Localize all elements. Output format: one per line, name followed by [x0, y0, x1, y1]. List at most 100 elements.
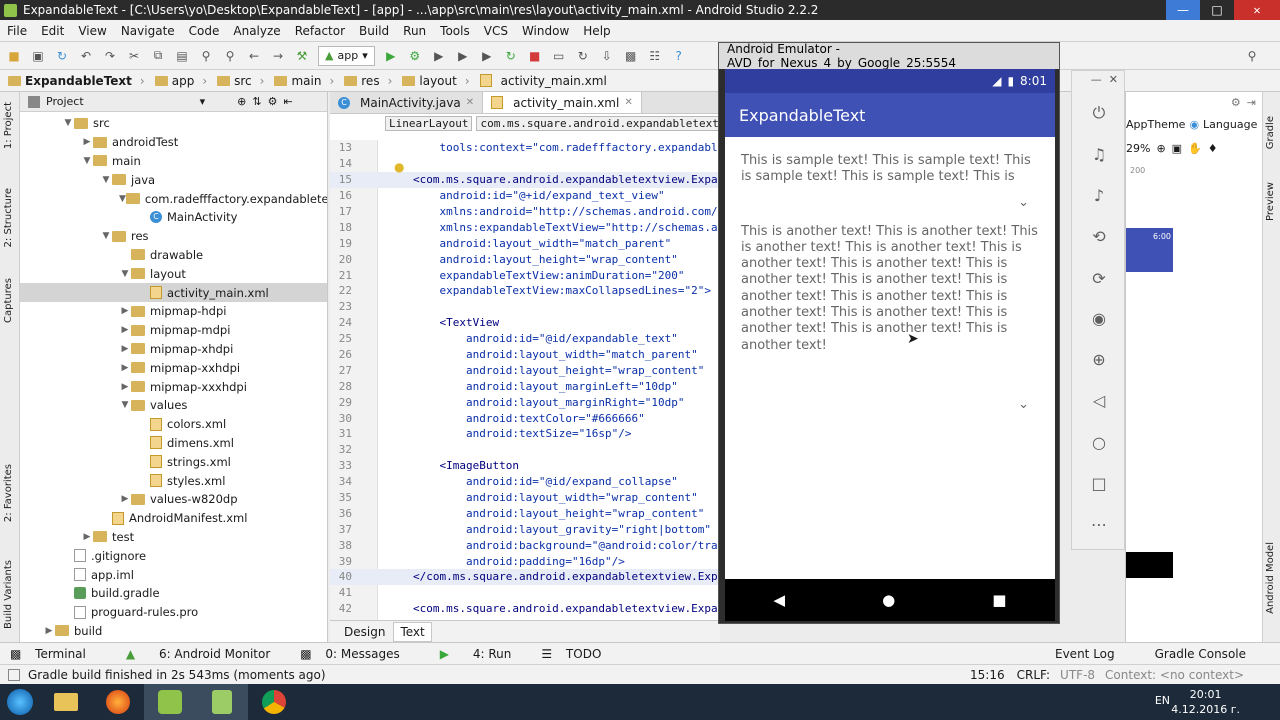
expanded-arrow-icon[interactable]: ▼: [100, 175, 112, 185]
status-toggle-icon[interactable]: [8, 668, 20, 681]
menu-tools[interactable]: Tools: [433, 24, 477, 38]
code-line[interactable]: 34 android:id="@id/expand_collapse": [330, 474, 720, 490]
back-icon[interactable]: ←: [246, 48, 262, 64]
copy-icon[interactable]: ⧉: [150, 48, 166, 64]
hide-panel-icon[interactable]: ⇤: [283, 95, 292, 108]
code-line[interactable]: 21 expandableTextView:animDuration="200": [330, 267, 720, 283]
expanded-arrow-icon[interactable]: ▼: [119, 269, 131, 279]
encoding[interactable]: UTF-8: [1060, 668, 1105, 682]
code-line[interactable]: 40 </com.ms.square.android.expandabletext…: [330, 569, 720, 585]
undo-icon[interactable]: ↶: [78, 48, 94, 64]
gradle-tool-tab[interactable]: Gradle: [1265, 116, 1276, 149]
collapsed-arrow-icon[interactable]: ▶: [119, 363, 131, 373]
tab-activity-main[interactable]: activity_main.xml ✕: [483, 92, 642, 113]
tree-item[interactable]: drawable: [20, 246, 327, 265]
tree-item[interactable]: .gitignore: [20, 546, 327, 565]
project-view-select[interactable]: Project: [46, 95, 84, 108]
collapsed-arrow-icon[interactable]: ▶: [81, 532, 93, 542]
code-line[interactable]: 19 android:layout_width="match_parent": [330, 235, 720, 251]
todo-tool-tab[interactable]: ☰ TODO: [531, 647, 621, 661]
expanded-arrow-icon[interactable]: ▼: [100, 231, 112, 241]
paste-icon[interactable]: ▤: [174, 48, 190, 64]
menu-window[interactable]: Window: [515, 24, 576, 38]
expand-collapse-icon[interactable]: ⌄: [1018, 195, 1029, 210]
tree-item[interactable]: ▶ mipmap-xxhdpi: [20, 358, 327, 377]
search-everywhere-icon[interactable]: ⚲: [1244, 48, 1260, 64]
expanded-arrow-icon[interactable]: ▼: [62, 118, 74, 128]
collapsed-arrow-icon[interactable]: ▶: [81, 137, 93, 147]
device-monitor-icon[interactable]: ☷: [647, 48, 663, 64]
code-line[interactable]: 31 android:textSize="16sp"/>: [330, 426, 720, 442]
zoom-icon[interactable]: ⊕: [1072, 350, 1126, 369]
project-tool-tab[interactable]: 1: Project: [3, 102, 14, 149]
tree-item[interactable]: ▶ build: [20, 622, 327, 641]
captures-tool-tab[interactable]: Captures: [3, 278, 14, 323]
tree-item[interactable]: app.iml: [20, 565, 327, 584]
code-line[interactable]: 22 expandableTextView:maxCollapsedLines=…: [330, 283, 720, 299]
forward-icon[interactable]: →: [270, 48, 286, 64]
replace-icon[interactable]: ⚲: [222, 48, 238, 64]
gradle-sync-icon[interactable]: ↻: [575, 48, 591, 64]
start-button[interactable]: [0, 684, 40, 720]
code-line[interactable]: 42 <com.ms.square.android.expandabletextv…: [330, 601, 720, 617]
home-nav-icon[interactable]: ●: [882, 591, 895, 609]
code-line[interactable]: 14: [330, 156, 720, 172]
tree-item[interactable]: colors.xml: [20, 415, 327, 434]
cut-icon[interactable]: ✂: [126, 48, 142, 64]
breadcrumb-item[interactable]: layout ›: [402, 74, 479, 88]
menu-vcs[interactable]: VCS: [477, 24, 515, 38]
tree-item[interactable]: ▼ values: [20, 396, 327, 415]
tree-item[interactable]: ▶ mipmap-xhdpi: [20, 340, 327, 359]
menu-run[interactable]: Run: [396, 24, 433, 38]
sdk-manager-icon[interactable]: ⇩: [599, 48, 615, 64]
crumb-expandabletext[interactable]: com.ms.square.android.expandabletext: [476, 115, 720, 131]
collapsed-arrow-icon[interactable]: ▶: [119, 382, 131, 392]
power-icon[interactable]: ⏻: [1072, 103, 1126, 123]
minimize-button[interactable]: —: [1166, 0, 1200, 20]
scroll-from-source-icon[interactable]: ⊕: [237, 95, 246, 108]
tree-item[interactable]: ▶ mipmap-xxxhdpi: [20, 377, 327, 396]
code-line[interactable]: 18 xmlns:expandableTextView="http://sche…: [330, 219, 720, 235]
preview-tool-tab[interactable]: Preview: [1265, 182, 1276, 221]
gradle-console-tool-tab[interactable]: Gradle Console: [1135, 647, 1266, 661]
maximize-button[interactable]: □: [1200, 0, 1234, 20]
project-structure-icon[interactable]: ▩: [623, 48, 639, 64]
menu-help[interactable]: Help: [576, 24, 617, 38]
tab-text[interactable]: Text: [393, 621, 432, 642]
build-variants-tool-tab[interactable]: Build Variants: [3, 560, 14, 629]
collapsed-arrow-icon[interactable]: ▶: [43, 626, 55, 636]
code-line[interactable]: 15 <com.ms.square.android.expandabletextv…: [330, 171, 720, 188]
run-config-select[interactable]: ▲ app ▾: [318, 45, 375, 66]
code-line[interactable]: 23: [330, 299, 720, 315]
profile-icon[interactable]: ▶: [455, 48, 471, 64]
tree-item[interactable]: ▶ mipmap-hdpi: [20, 302, 327, 321]
gear-icon[interactable]: ⚙: [268, 95, 278, 108]
breadcrumb-item[interactable]: activity_main.xml: [479, 74, 613, 88]
menu-edit[interactable]: Edit: [34, 24, 71, 38]
back-nav-icon[interactable]: ◁: [1072, 391, 1126, 410]
tree-item[interactable]: dimens.xml: [20, 434, 327, 453]
save-icon[interactable]: ▣: [30, 48, 46, 64]
menu-build[interactable]: Build: [352, 24, 396, 38]
collapsed-arrow-icon[interactable]: ▶: [119, 325, 131, 335]
tree-item[interactable]: build.gradle: [20, 584, 327, 603]
code-line[interactable]: 33 <ImageButton: [330, 458, 720, 474]
code-line[interactable]: 29 android:layout_marginRight="10dp": [330, 394, 720, 410]
collapsed-arrow-icon[interactable]: ▶: [119, 494, 131, 504]
expanded-arrow-icon[interactable]: ▼: [119, 400, 131, 410]
attach-debugger-icon[interactable]: ▶: [479, 48, 495, 64]
structure-tool-tab[interactable]: 2: Structure: [3, 188, 14, 247]
code-line[interactable]: 35 android:layout_width="wrap_content": [330, 490, 720, 506]
menu-view[interactable]: View: [71, 24, 113, 38]
overview-nav-icon[interactable]: ■: [992, 591, 1006, 609]
redo-icon[interactable]: ↷: [102, 48, 118, 64]
code-line[interactable]: 39 android:padding="16dp"/>: [330, 553, 720, 569]
find-icon[interactable]: ⚲: [198, 48, 214, 64]
help-icon[interactable]: ?: [671, 48, 687, 64]
menu-file[interactable]: File: [0, 24, 34, 38]
event-log-tool-tab[interactable]: Event Log: [1035, 647, 1135, 661]
theme-select[interactable]: AppTheme: [1126, 118, 1185, 131]
tree-item[interactable]: ▶ values-w820dp: [20, 490, 327, 509]
code-line[interactable]: 37 android:layout_gravity="right|bottom": [330, 521, 720, 537]
android-studio-taskbar-icon[interactable]: [144, 684, 196, 720]
